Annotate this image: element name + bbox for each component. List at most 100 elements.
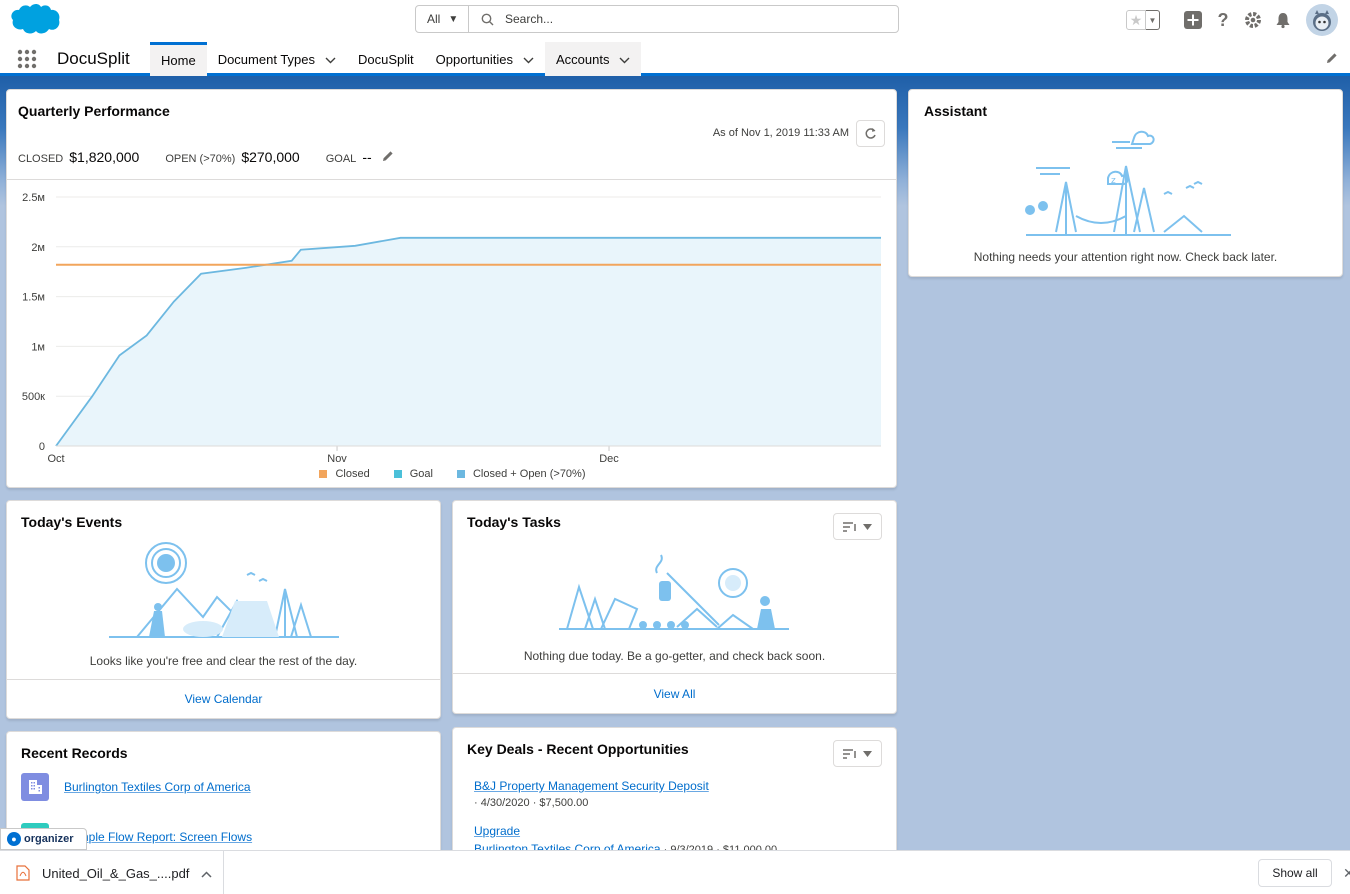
goal-label: GOAL xyxy=(325,153,357,165)
list-item: Burlington Textiles Corp of America xyxy=(21,773,251,801)
card-title: Quarterly Performance xyxy=(18,103,170,119)
closed-plus-open-area xyxy=(56,237,881,446)
recent-record-link[interactable]: Burlington Textiles Corp of America xyxy=(64,780,251,794)
nav-tab-label: DocuSplit xyxy=(358,51,414,67)
card-title: Assistant xyxy=(924,103,988,119)
search-icon xyxy=(469,6,505,32)
chevron-down-icon[interactable] xyxy=(325,52,336,67)
pdf-file-icon xyxy=(16,865,30,881)
search-scope-label: All xyxy=(427,12,441,26)
card-footer: View Calendar xyxy=(7,679,440,718)
chevron-down-icon[interactable] xyxy=(619,52,630,67)
tasks-message: Nothing due today. Be a go-getter, and c… xyxy=(523,649,826,663)
list-item: B&J Property Management Security Deposit… xyxy=(474,779,709,809)
chevron-down-icon[interactable] xyxy=(523,52,534,67)
divider xyxy=(7,179,896,180)
card-footer: View All xyxy=(453,673,896,713)
open-value: $270,000 xyxy=(241,149,300,165)
todays-tasks-card: Today's Tasks Nothing due today. Be a go… xyxy=(452,500,897,714)
performance-metrics: CLOSED $1,820,000 OPEN (>70%) $270,000 G… xyxy=(18,149,394,165)
legend-label: Goal xyxy=(409,468,433,480)
legend-swatch xyxy=(393,470,402,478)
opportunity-link[interactable]: Upgrade xyxy=(474,824,777,838)
nav-tabs: Home Document Types DocuSplit Opportunit… xyxy=(150,42,642,76)
nav-tab-label: Home xyxy=(161,53,196,68)
caret-down-icon xyxy=(863,523,872,530)
nav-tab-home[interactable]: Home xyxy=(150,42,207,76)
download-item[interactable]: United_Oil_&_Gas_....pdf xyxy=(8,851,224,894)
caret-down-icon xyxy=(863,750,872,757)
download-file-name: United_Oil_&_Gas_....pdf xyxy=(42,865,190,881)
card-title: Today's Tasks xyxy=(467,514,561,530)
beach-chair-illustration xyxy=(559,554,789,630)
card-title: Today's Events xyxy=(21,514,123,530)
edit-nav-pencil-icon[interactable] xyxy=(1326,52,1338,67)
x-tick-label: Nov xyxy=(327,453,347,465)
show-all-downloads-button[interactable]: Show all xyxy=(1258,859,1332,887)
quarterly-performance-card: Quarterly Performance As of Nov 1, 2019 … xyxy=(6,89,897,488)
legend-item[interactable]: Closed xyxy=(319,468,370,480)
goal-value: -- xyxy=(362,149,372,165)
favorite-star-icon[interactable]: ★ xyxy=(1126,10,1146,30)
y-tick-label: 2.5м xyxy=(22,192,45,204)
global-create-icon[interactable] xyxy=(1178,5,1208,35)
legend-swatch xyxy=(319,470,328,478)
header-tools: ★ ▼ ? xyxy=(1126,4,1338,36)
deals-filter-button[interactable] xyxy=(833,740,882,767)
card-title: Recent Records xyxy=(21,745,128,761)
user-avatar[interactable] xyxy=(1306,4,1338,36)
organizer-label: organizer xyxy=(24,833,74,845)
refresh-button[interactable] xyxy=(856,120,885,147)
closed-value: $1,820,000 xyxy=(69,149,140,165)
search-scope-selector[interactable]: All ▼ xyxy=(416,6,469,32)
svg-text:z: z xyxy=(1111,176,1116,186)
caret-down-icon: ▼ xyxy=(448,13,459,25)
favorites-dropdown-icon[interactable]: ▼ xyxy=(1146,10,1160,30)
edit-goal-pencil-icon[interactable] xyxy=(382,150,394,165)
global-search: All ▼ xyxy=(415,5,899,33)
close-icon[interactable]: ✕ xyxy=(1343,865,1350,882)
recent-record-link[interactable]: Sample Flow Report: Screen Flows xyxy=(64,830,252,844)
search-input[interactable] xyxy=(505,6,898,32)
nav-tab-opportunities[interactable]: Opportunities xyxy=(425,42,545,76)
notifications-bell-icon[interactable] xyxy=(1268,5,1298,35)
view-all-tasks-link[interactable]: View All xyxy=(654,687,696,701)
refresh-icon xyxy=(865,128,876,139)
organizer-logo-icon: ● xyxy=(7,832,21,846)
opportunity-meta: · 4/30/2020 · $7,500.00 xyxy=(474,797,589,809)
nav-tab-docusplit[interactable]: DocuSplit xyxy=(347,42,425,76)
legend-item[interactable]: Goal xyxy=(393,468,433,480)
y-tick-label: 1.5м xyxy=(22,292,45,304)
chart-legend: Closed Goal Closed + Open (>70%) xyxy=(7,468,896,480)
assistant-message: Nothing needs your attention right now. … xyxy=(973,250,1278,264)
key-deals-card: Key Deals - Recent Opportunities B&J Pro… xyxy=(452,727,897,867)
events-message: Looks like you're free and clear the res… xyxy=(89,654,358,668)
x-tick-label: Dec xyxy=(599,453,619,465)
camping-hammock-illustration: z xyxy=(1025,130,1231,236)
app-name: DocuSplit xyxy=(57,49,130,68)
nav-tab-document-types[interactable]: Document Types xyxy=(207,42,347,76)
nav-tab-accounts[interactable]: Accounts xyxy=(544,42,642,76)
salesforce-logo-icon[interactable] xyxy=(8,2,62,39)
sort-icon xyxy=(843,748,856,759)
help-icon[interactable]: ? xyxy=(1208,5,1238,35)
y-tick-label: 2м xyxy=(31,242,45,254)
nav-tab-label: Document Types xyxy=(217,51,315,67)
card-title: Key Deals - Recent Opportunities xyxy=(467,741,689,757)
opportunity-link[interactable]: B&J Property Management Security Deposit xyxy=(474,779,709,793)
y-tick-label: 0 xyxy=(39,441,45,453)
setup-gear-icon[interactable] xyxy=(1238,5,1268,35)
legend-label: Closed + Open (>70%) xyxy=(472,468,586,480)
tasks-filter-button[interactable] xyxy=(833,513,882,540)
closed-label: CLOSED xyxy=(18,153,64,165)
organizer-extension-tab[interactable]: ● organizer xyxy=(0,828,87,850)
app-launcher-icon[interactable] xyxy=(17,49,37,72)
legend-item[interactable]: Closed + Open (>70%) xyxy=(456,468,586,480)
as-of-timestamp: As of Nov 1, 2019 11:33 AM xyxy=(712,127,849,139)
nav-tab-label: Opportunities xyxy=(435,51,513,67)
nav-tab-label: Accounts xyxy=(555,51,610,67)
favorites-group: ★ ▼ xyxy=(1126,10,1160,30)
chevron-up-icon[interactable] xyxy=(201,866,212,881)
todays-events-card: Today's Events Looks like you're free an… xyxy=(6,500,441,719)
view-calendar-link[interactable]: View Calendar xyxy=(185,692,263,706)
